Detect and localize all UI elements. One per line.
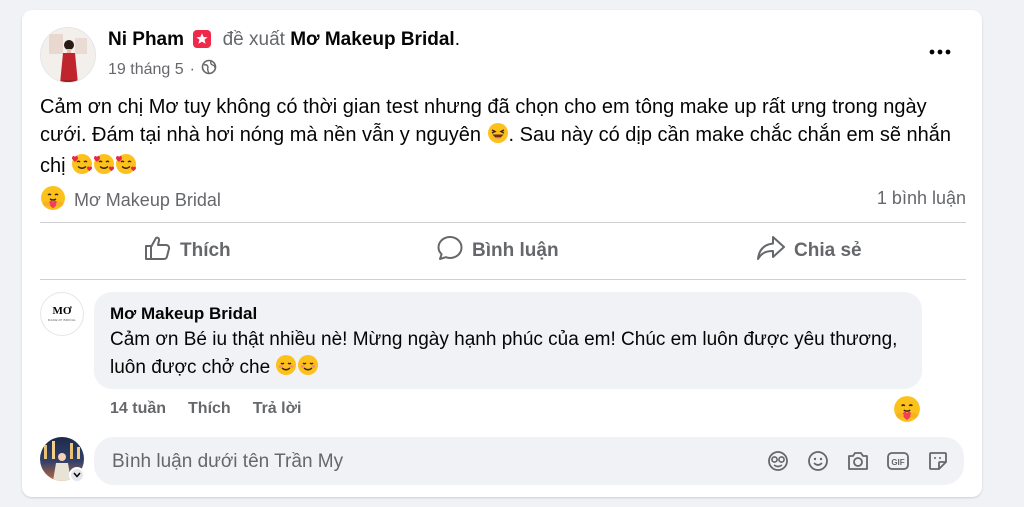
- reaction-summary: Mơ Makeup Bridal 1 bình luận: [40, 185, 966, 213]
- comments-count-link[interactable]: 1 bình luận: [877, 188, 966, 209]
- like-button[interactable]: Thích: [144, 232, 231, 270]
- commenter-avatar[interactable]: MƠ MAKEUP BRIDAL: [40, 292, 84, 336]
- thumbs-up-icon: [144, 235, 172, 267]
- gif-icon[interactable]: GIF: [886, 449, 910, 473]
- author-name[interactable]: Ni Pham: [108, 29, 184, 50]
- more-options-button[interactable]: [925, 40, 955, 64]
- share-arrow-icon: [756, 235, 786, 267]
- share-label: Chia sẻ: [794, 240, 862, 261]
- blushing-emoji-icon: [297, 354, 319, 385]
- recommended-page-name[interactable]: Mơ Makeup Bridal: [290, 29, 454, 50]
- avatar-logo-subtext: MAKEUP BRIDAL: [47, 318, 77, 322]
- post-header-line: Ni Pham đề xuất Mơ Makeup Bridal.: [108, 29, 460, 54]
- comment-like-button[interactable]: Thích: [188, 400, 231, 418]
- comment-bubble: Mơ Makeup Bridal Cảm ơn Bé iu thật nhiều…: [94, 292, 922, 389]
- comment-care-reaction-icon[interactable]: [893, 395, 921, 428]
- header-period: .: [454, 29, 460, 50]
- comment-body: Cảm ơn Bé iu thật nhiều nè! Mừng ngày hạ…: [110, 326, 910, 385]
- reaction-by-name: Mơ Makeup Bridal: [74, 190, 221, 210]
- blushing-emoji-icon: [275, 354, 297, 385]
- divider: [40, 222, 966, 223]
- comment-label: Bình luận: [472, 240, 559, 261]
- author-avatar[interactable]: [40, 27, 96, 83]
- comment-text: Cảm ơn Bé iu thật nhiều nè! Mừng ngày hạ…: [110, 329, 898, 378]
- meta-separator: ·: [189, 60, 195, 78]
- composer-tools: GIF: [766, 449, 950, 473]
- smiling-hearts-emoji-icon: [115, 153, 137, 183]
- like-label: Thích: [180, 240, 231, 261]
- ellipsis-icon: [929, 49, 951, 55]
- divider: [40, 279, 966, 280]
- reaction-by[interactable]: Mơ Makeup Bridal: [40, 185, 221, 216]
- share-button[interactable]: Chia sẻ: [756, 232, 862, 270]
- chevron-down-icon: [73, 472, 81, 478]
- smiling-hearts-emoji-icon: [71, 153, 93, 183]
- recommend-badge-icon: [193, 30, 212, 54]
- emoji-icon[interactable]: [806, 449, 830, 473]
- speech-bubble-icon: [436, 234, 464, 268]
- camera-icon[interactable]: [846, 449, 870, 473]
- sticker-icon[interactable]: [926, 449, 950, 473]
- comment-button[interactable]: Bình luận: [436, 232, 559, 270]
- post-date[interactable]: 19 tháng 5: [108, 61, 184, 79]
- globe-icon[interactable]: [201, 59, 217, 80]
- post-meta: 19 tháng 5 ·: [108, 59, 217, 80]
- laughing-emoji-icon: [487, 122, 509, 152]
- svg-text:GIF: GIF: [891, 458, 904, 467]
- post-body: Cảm ơn chị Mơ tuy không có thời gian tes…: [40, 93, 970, 183]
- comment-composer: GIF: [94, 437, 964, 487]
- recommend-label: đề xuất: [222, 29, 285, 50]
- comment-actions: 14 tuần Thích Trả lời: [110, 400, 301, 418]
- comment-reply-button[interactable]: Trả lời: [253, 400, 302, 418]
- comment-time[interactable]: 14 tuần: [110, 400, 166, 418]
- comment-input[interactable]: [110, 437, 754, 487]
- profile-switch-caret[interactable]: [69, 467, 85, 483]
- avatar-logo-text: MƠ: [52, 305, 72, 317]
- care-reaction-icon: [40, 185, 66, 216]
- comment-author[interactable]: Mơ Makeup Bridal: [110, 304, 257, 324]
- avatar-sticker-icon[interactable]: [766, 449, 790, 473]
- smiling-hearts-emoji-icon: [93, 153, 115, 183]
